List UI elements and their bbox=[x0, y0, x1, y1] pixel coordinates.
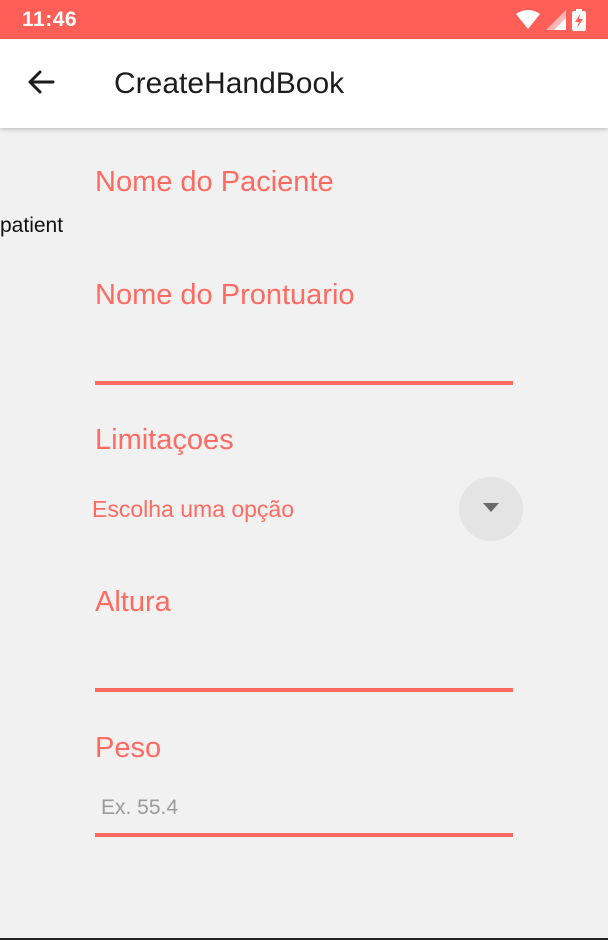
weight-label: Peso bbox=[95, 732, 162, 764]
signal-icon bbox=[546, 10, 566, 35]
status-time: 11:46 bbox=[22, 8, 78, 31]
record-name-underline bbox=[95, 381, 513, 385]
record-name-label: Nome do Prontuario bbox=[95, 279, 355, 311]
weight-input[interactable] bbox=[95, 788, 513, 828]
caret-down-icon bbox=[483, 500, 499, 518]
battery-charging-icon bbox=[572, 9, 586, 36]
height-label: Altura bbox=[95, 586, 171, 618]
height-underline bbox=[95, 688, 513, 692]
height-input[interactable] bbox=[95, 645, 513, 685]
patient-name-label: Nome do Paciente bbox=[95, 166, 334, 198]
weight-underline bbox=[95, 833, 513, 837]
limitations-select[interactable]: Escolha uma opção bbox=[92, 496, 294, 523]
limitations-dropdown-button[interactable] bbox=[459, 477, 523, 541]
app-bar: CreateHandBook bbox=[0, 39, 608, 128]
status-bar: 11:46 bbox=[0, 0, 608, 39]
wifi-icon bbox=[516, 10, 540, 35]
arrow-left-icon bbox=[27, 68, 55, 101]
page-title: CreateHandBook bbox=[114, 67, 345, 100]
record-name-input[interactable] bbox=[95, 338, 513, 378]
limitations-label: Limitaçoes bbox=[95, 424, 234, 456]
status-icons bbox=[516, 9, 586, 36]
patient-name-value: patient bbox=[0, 214, 64, 237]
back-button[interactable] bbox=[22, 65, 60, 103]
